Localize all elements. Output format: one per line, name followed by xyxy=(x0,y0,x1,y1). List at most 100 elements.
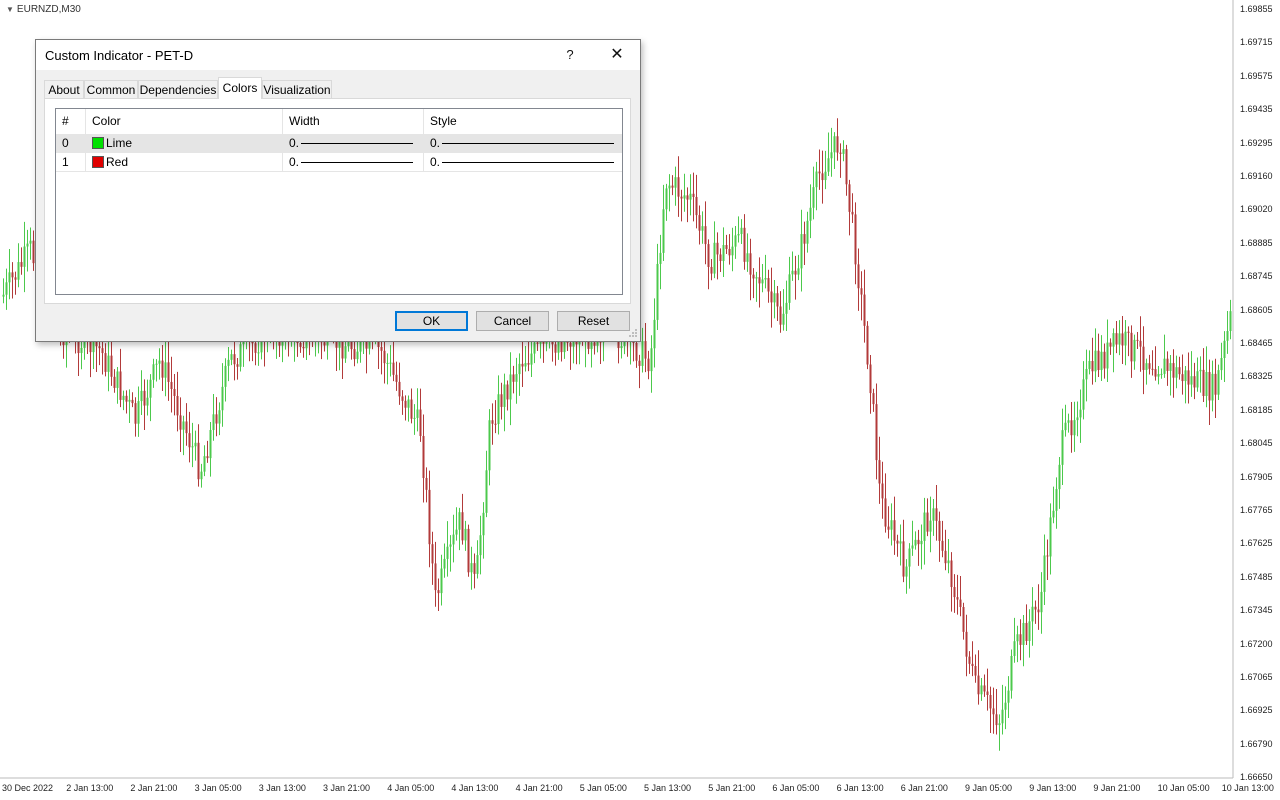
candlestick xyxy=(395,361,398,391)
tab-colors[interactable]: Colors xyxy=(218,77,262,99)
price-axis-label: 1.69715 xyxy=(1240,37,1273,48)
candlestick xyxy=(734,225,737,259)
help-button[interactable]: ? xyxy=(558,44,582,66)
candlestick xyxy=(737,216,740,243)
candlestick xyxy=(1016,625,1019,663)
candlestick xyxy=(767,269,770,303)
candlestick xyxy=(1205,346,1208,408)
candlestick xyxy=(461,493,464,545)
candlestick xyxy=(1088,350,1091,375)
width-line-preview xyxy=(301,143,413,144)
candlestick xyxy=(20,247,23,275)
candlestick xyxy=(740,219,743,245)
row-index: 0 xyxy=(56,134,86,153)
resize-grip-icon[interactable] xyxy=(628,328,638,338)
candlestick xyxy=(686,187,689,223)
candlestick xyxy=(386,353,389,385)
tab-dependencies[interactable]: Dependencies xyxy=(138,80,218,98)
candlestick xyxy=(1010,649,1013,699)
list-item[interactable]: 0 Lime 0. 0. xyxy=(56,134,622,153)
candlestick xyxy=(416,388,419,432)
candlestick xyxy=(815,161,818,211)
column-header-style[interactable]: Style xyxy=(424,109,622,134)
tab-common[interactable]: Common xyxy=(84,80,138,98)
candlestick xyxy=(1211,360,1214,412)
reset-button[interactable]: Reset xyxy=(557,311,630,331)
row-color-cell[interactable]: Lime xyxy=(86,134,283,153)
list-item[interactable]: 1 Red 0. 0. xyxy=(56,153,622,172)
candlestick xyxy=(866,321,869,370)
candlestick xyxy=(1106,319,1109,382)
column-header-width[interactable]: Width xyxy=(283,109,424,134)
column-header-color[interactable]: Color xyxy=(86,109,283,134)
candlestick xyxy=(722,227,725,277)
row-width-cell[interactable]: 0. xyxy=(283,134,424,153)
candlestick xyxy=(230,349,233,366)
candlestick xyxy=(236,357,239,380)
candlestick xyxy=(419,388,422,442)
color-swatch[interactable] xyxy=(92,156,104,168)
candlestick xyxy=(479,515,482,575)
price-axis-label: 1.69575 xyxy=(1240,70,1273,81)
tab-about[interactable]: About xyxy=(44,80,84,98)
colors-list[interactable]: # Color Width Style 0 Lime 0. 0. 1 Red 0… xyxy=(55,108,623,295)
candlestick xyxy=(506,380,509,411)
candlestick xyxy=(806,211,809,253)
candlestick xyxy=(959,575,962,617)
price-axis-label: 1.68325 xyxy=(1240,371,1273,382)
time-axis-label: 5 Jan 13:00 xyxy=(644,783,692,793)
candlestick xyxy=(221,363,224,427)
color-swatch[interactable] xyxy=(92,137,104,149)
price-axis-label: 1.67905 xyxy=(1240,471,1273,482)
candlestick xyxy=(860,271,863,321)
candlestick xyxy=(680,189,683,222)
candlestick xyxy=(443,543,446,578)
row-width-cell[interactable]: 0. xyxy=(283,153,424,172)
candlestick xyxy=(1076,401,1079,437)
candlestick xyxy=(944,529,947,571)
candlestick xyxy=(1094,328,1097,383)
ok-button[interactable]: OK xyxy=(395,311,468,331)
price-axis-label: 1.68045 xyxy=(1240,438,1273,449)
price-axis-label: 1.69435 xyxy=(1240,104,1273,115)
candlestick xyxy=(932,498,935,536)
row-style-cell[interactable]: 0. xyxy=(424,134,622,153)
dialog-titlebar[interactable]: Custom Indicator - PET-D ? ✕ xyxy=(36,40,640,70)
candlestick xyxy=(839,143,842,178)
candlestick xyxy=(503,373,506,432)
candlestick xyxy=(995,688,998,735)
candlestick xyxy=(515,357,518,404)
candlestick xyxy=(233,340,236,381)
candlestick xyxy=(1061,408,1064,486)
candlestick xyxy=(1229,299,1232,340)
tab-visualization[interactable]: Visualization xyxy=(262,80,332,98)
candlestick xyxy=(206,440,209,463)
candlestick xyxy=(989,686,992,734)
column-header-index[interactable]: # xyxy=(56,109,86,134)
candlestick xyxy=(878,436,881,504)
candlestick xyxy=(11,262,14,299)
candlestick xyxy=(707,239,710,290)
candlestick xyxy=(470,546,473,590)
candlestick xyxy=(779,291,782,333)
candlestick xyxy=(137,386,140,437)
row-style-cell[interactable]: 0. xyxy=(424,153,622,172)
candlestick xyxy=(1103,343,1106,379)
row-color-cell[interactable]: Red xyxy=(86,153,283,172)
time-axis-label: 6 Jan 21:00 xyxy=(900,783,948,793)
candlestick xyxy=(2,278,5,304)
time-axis-label: 3 Jan 13:00 xyxy=(258,783,306,793)
candlestick xyxy=(203,445,206,477)
candlestick xyxy=(119,348,122,408)
candlestick xyxy=(854,202,857,285)
candlestick xyxy=(968,651,971,674)
candlestick xyxy=(653,298,656,368)
candlestick xyxy=(647,350,650,380)
candlestick xyxy=(1034,600,1037,624)
candlestick xyxy=(716,232,719,280)
cancel-button[interactable]: Cancel xyxy=(476,311,549,331)
close-button[interactable]: ✕ xyxy=(602,44,632,66)
symbol-dropdown-icon[interactable]: ▼ xyxy=(6,5,14,14)
candlestick xyxy=(518,353,521,396)
candlestick xyxy=(875,383,878,480)
